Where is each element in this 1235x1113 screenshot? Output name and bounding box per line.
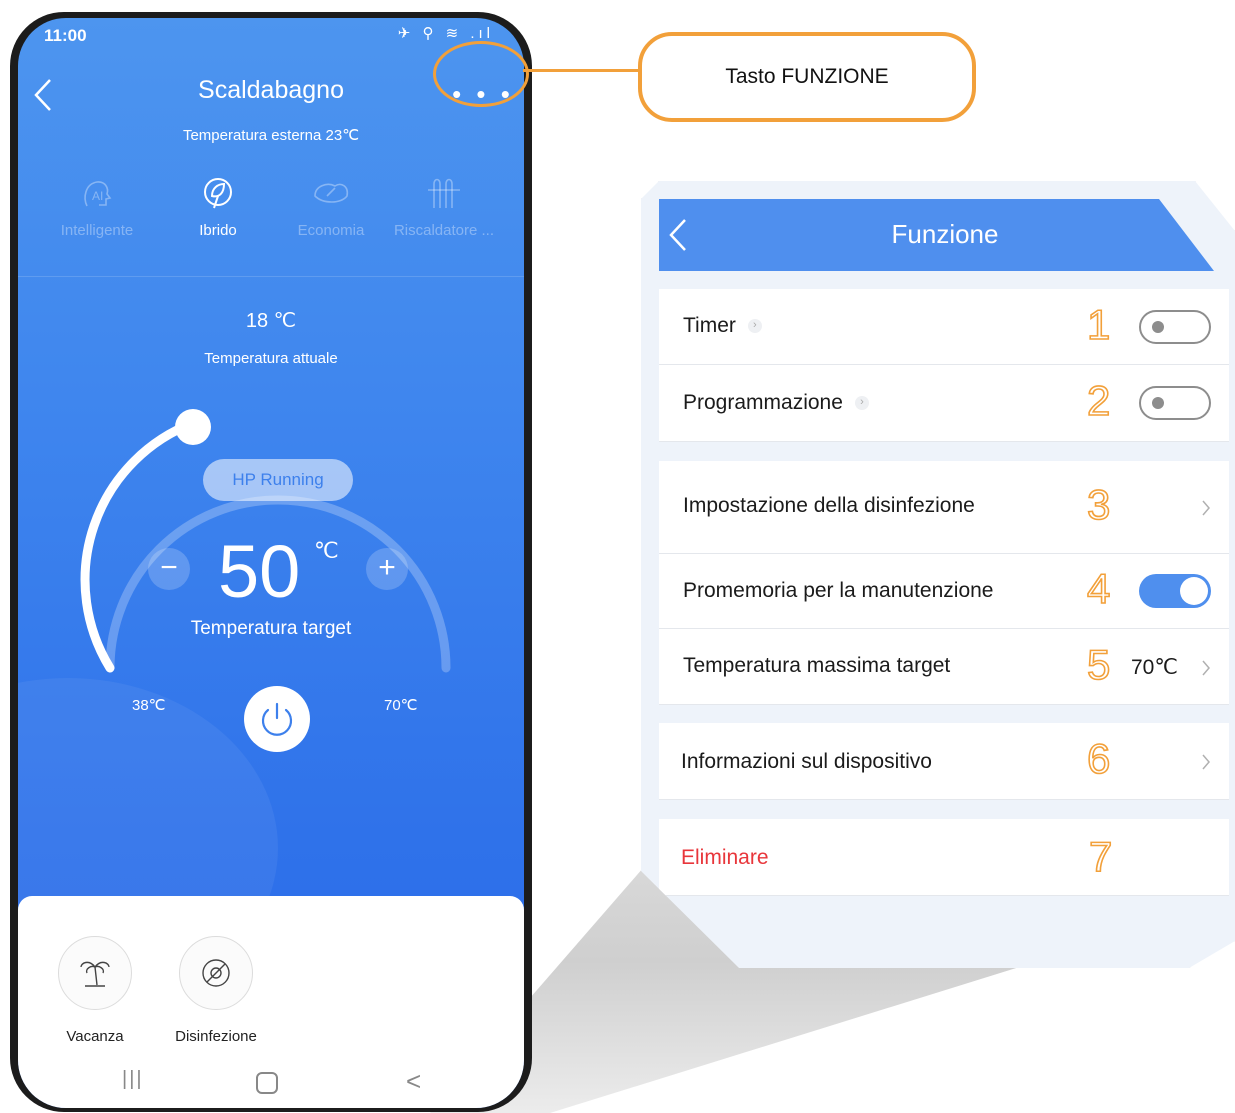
programmazione-label: Programmazione xyxy=(683,391,843,414)
eco-leaf-icon xyxy=(314,183,349,203)
chevron-right-icon xyxy=(1202,500,1210,516)
max-temperature-label: Temperatura massima target xyxy=(683,654,951,677)
max-temperature-value: 70℃ xyxy=(1131,656,1178,679)
programmazione-row[interactable]: Programmazione › 2 xyxy=(659,365,1229,442)
mode-label: Economia xyxy=(297,222,365,239)
status-bar: 11:00 ✈ ⚲ ≋ .ıl xyxy=(18,18,524,48)
hybrid-leaf-icon xyxy=(204,178,232,209)
delete-row[interactable]: Eliminare 7 xyxy=(659,819,1229,896)
device-info-label: Informazioni sul dispositivo xyxy=(681,750,932,773)
bottom-actions: Vacanza Disinfezione ||| < xyxy=(18,896,524,1108)
power-icon xyxy=(261,702,293,736)
callout-number: 2 xyxy=(1086,377,1111,424)
heater-icon xyxy=(428,178,460,208)
svg-text:AI: AI xyxy=(92,189,103,203)
disinfection-circle xyxy=(179,936,253,1010)
callout-connector xyxy=(523,69,641,72)
vacation-label: Vacanza xyxy=(66,1028,124,1045)
maintenance-reminder-label: Promemoria per la manutenzione xyxy=(683,579,994,602)
panel-header: Funzione xyxy=(659,199,1214,271)
device-info-row[interactable]: Informazioni sul dispositivo 6 xyxy=(659,723,1229,800)
increase-button[interactable]: + xyxy=(366,548,408,590)
disinfection-settings-label: Impostazione della disinfezione xyxy=(683,494,975,517)
row-label: Timer › xyxy=(683,314,762,338)
mode-intelligente[interactable]: AI Intelligente xyxy=(42,176,152,239)
chevron-right-icon xyxy=(1202,754,1210,770)
vacation-button[interactable]: Vacanza xyxy=(40,936,150,1045)
maintenance-reminder-row[interactable]: Promemoria per la manutenzione 4 xyxy=(659,554,1229,629)
max-temperature: 70℃ xyxy=(384,697,418,714)
system-back-button[interactable]: < xyxy=(406,1066,421,1097)
callout-number: 5 xyxy=(1086,641,1111,688)
mode-ibrido[interactable]: Ibrido xyxy=(163,176,273,239)
home-button[interactable] xyxy=(256,1072,278,1094)
mode-riscaldatore[interactable]: Riscaldatore ... xyxy=(389,176,499,239)
phone-frame: 11:00 ✈ ⚲ ≋ .ıl Scaldabagno • • • Temper… xyxy=(10,12,532,1112)
disinfection-button[interactable]: Disinfezione xyxy=(161,936,271,1045)
panel-title: Funzione xyxy=(891,219,999,249)
function-panel: Funzione Timer › 1 Programmazione › 2 Impo… xyxy=(641,181,1235,968)
mode-label: Ibrido xyxy=(199,222,237,239)
timer-label: Timer xyxy=(683,314,736,337)
phone-screen: 11:00 ✈ ⚲ ≋ .ıl Scaldabagno • • • Temper… xyxy=(18,18,524,1108)
current-temperature-label: Temperatura attuale xyxy=(204,350,338,367)
divider xyxy=(18,276,524,277)
vacation-circle xyxy=(58,936,132,1010)
highlight-circle xyxy=(433,41,529,107)
power-button[interactable] xyxy=(244,686,310,752)
palm-tree-icon xyxy=(80,961,110,987)
target-temperature: 50 xyxy=(218,530,301,613)
delete-label: Eliminare xyxy=(681,846,769,869)
target-temperature-label: Temperatura target xyxy=(190,618,352,639)
callout-number: 7 xyxy=(1088,833,1113,880)
callout-number: 3 xyxy=(1086,481,1111,528)
chevron-right-icon: › xyxy=(854,396,869,411)
callout-number: 4 xyxy=(1086,565,1111,612)
timer-toggle[interactable] xyxy=(1139,310,1211,344)
outside-temperature: Temperatura esterna 23℃ xyxy=(182,127,360,144)
min-temperature: 38℃ xyxy=(132,697,166,714)
disinfection-label: Disinfezione xyxy=(175,1028,257,1045)
status-time: 11:00 xyxy=(44,26,87,45)
max-temperature-row[interactable]: Temperatura massima target 5 70℃ xyxy=(659,629,1229,705)
dial-handle[interactable] xyxy=(175,409,211,445)
status-icons: ✈ ⚲ ≋ .ıl xyxy=(397,25,494,42)
ai-head-icon: AI xyxy=(84,181,112,207)
mode-economia[interactable]: Economia xyxy=(276,176,386,239)
disinfection-icon xyxy=(202,959,230,987)
decrease-button[interactable]: − xyxy=(148,548,190,590)
recent-apps-button[interactable]: ||| xyxy=(122,1068,144,1091)
target-unit: ℃ xyxy=(314,538,339,563)
callout-label: Tasto FUNZIONE xyxy=(638,32,976,122)
mode-label: Riscaldatore ... xyxy=(393,222,495,239)
maintenance-reminder-toggle[interactable] xyxy=(1139,574,1211,608)
chevron-right-icon xyxy=(1202,660,1210,676)
system-navbar: ||| < xyxy=(18,1066,524,1106)
disinfection-settings-row[interactable]: Impostazione della disinfezione 3 xyxy=(659,461,1229,554)
callout-number: 1 xyxy=(1086,301,1111,348)
timer-row[interactable]: Timer › 1 xyxy=(659,289,1229,365)
mode-label: Intelligente xyxy=(60,222,134,239)
row-label: Programmazione › xyxy=(683,391,869,415)
chevron-right-icon: › xyxy=(747,319,762,334)
status-badge: HP Running xyxy=(203,459,353,501)
callout-number: 6 xyxy=(1086,735,1111,782)
current-temperature: 18 ℃ xyxy=(245,310,297,332)
programmazione-toggle[interactable] xyxy=(1139,386,1211,420)
